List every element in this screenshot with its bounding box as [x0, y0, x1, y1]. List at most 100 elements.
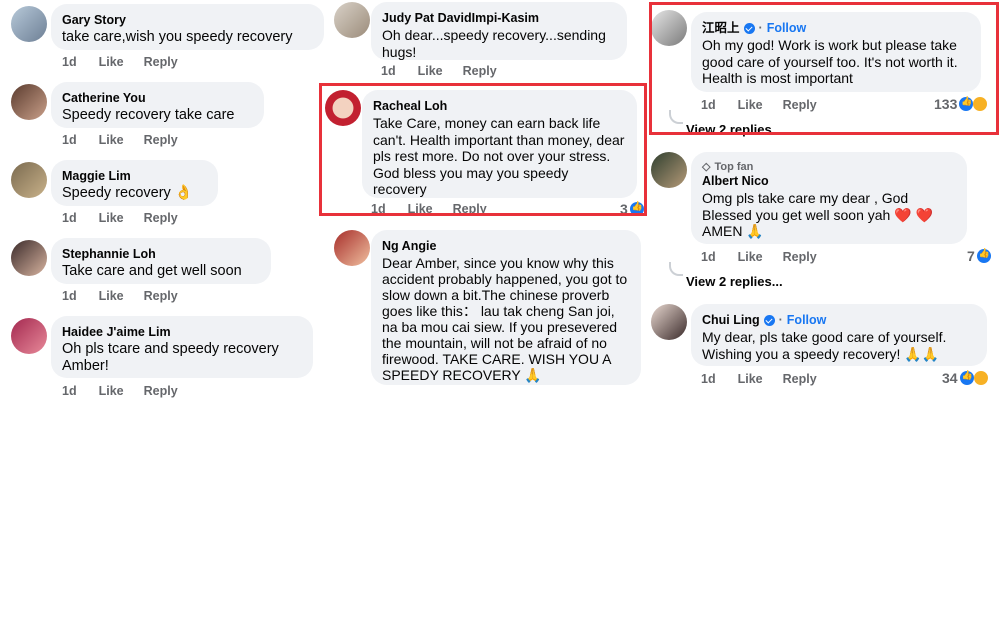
follow-button[interactable]: Follow: [787, 312, 827, 328]
reply-button[interactable]: Reply: [144, 384, 178, 398]
comment-text: Oh dear...speedy recovery...sending hugs…: [382, 27, 606, 60]
comment-text: Dear Amber, since you know why this acci…: [382, 255, 628, 383]
comment-time[interactable]: 1d: [62, 289, 77, 303]
comment-actions: 1d Like Reply: [701, 98, 837, 112]
reply-button[interactable]: Reply: [453, 202, 487, 216]
comment-bubble: Maggie Lim Speedy recovery 👌: [51, 160, 218, 206]
reply-button[interactable]: Reply: [144, 289, 178, 303]
view-replies-link[interactable]: View 2 replies...: [686, 122, 783, 137]
avatar[interactable]: [334, 230, 370, 266]
comment-text: Speedy recovery 👌: [62, 185, 193, 201]
comment-bubble: Racheal Loh Take Care, money can earn ba…: [362, 90, 637, 198]
comment-author[interactable]: Racheal Loh: [373, 98, 625, 114]
like-reaction-icon: [629, 201, 644, 216]
comment-text: Take care and get well soon: [62, 263, 242, 279]
reply-button[interactable]: Reply: [783, 98, 817, 112]
comment-author[interactable]: 江昭上: [702, 20, 740, 36]
comment-bubble: Catherine You Speedy recovery take care: [51, 82, 264, 128]
like-button[interactable]: Like: [408, 202, 433, 216]
like-button[interactable]: Like: [738, 372, 763, 386]
comment-time[interactable]: 1d: [62, 55, 77, 69]
like-button[interactable]: Like: [99, 133, 124, 147]
avatar[interactable]: [325, 90, 361, 126]
comment-bubble: Chui Ling · Follow My dear, pls take goo…: [691, 304, 987, 366]
reaction-number: 3: [620, 201, 628, 217]
like-button[interactable]: Like: [99, 211, 124, 225]
comment-bubble: Ng Angie Dear Amber, since you know why …: [371, 230, 641, 385]
comment-bubble: ◇ Top fan Albert Nico Omg pls take care m…: [691, 152, 967, 244]
comment-text: Omg pls take care my dear , God Blessed …: [702, 190, 933, 239]
comment-time[interactable]: 1d: [701, 250, 716, 264]
comment-author[interactable]: Catherine You: [62, 90, 252, 106]
reaction-count[interactable]: 34: [942, 370, 989, 386]
follow-button[interactable]: Follow: [767, 20, 807, 36]
view-replies-link[interactable]: View 2 replies...: [686, 274, 783, 289]
reply-button[interactable]: Reply: [783, 250, 817, 264]
comment-actions: 1d Like Reply: [62, 384, 198, 398]
comment-actions: 1d Like Reply: [62, 289, 198, 303]
comment-author[interactable]: Gary Story: [62, 12, 312, 28]
reaction-count[interactable]: 133: [934, 96, 989, 112]
comment-time[interactable]: 1d: [62, 211, 77, 225]
comment-author[interactable]: Chui Ling: [702, 312, 760, 328]
like-button[interactable]: Like: [418, 64, 443, 78]
like-button[interactable]: Like: [738, 98, 763, 112]
like-button[interactable]: Like: [99, 289, 124, 303]
comment-text: Oh my god! Work is work but please take …: [702, 37, 958, 86]
like-button[interactable]: Like: [738, 250, 763, 264]
comment-bubble: Haidee J'aime Lim Oh pls tcare and speed…: [51, 316, 313, 378]
comment-author[interactable]: Stephannie Loh: [62, 246, 259, 262]
comment-time[interactable]: 1d: [62, 133, 77, 147]
haha-reaction-icon: [972, 96, 989, 112]
comment-bubble: Gary Story take care,wish you speedy rec…: [51, 4, 324, 50]
comment-actions: 1d Like Reply: [371, 202, 507, 216]
comment-time[interactable]: 1d: [381, 64, 396, 78]
comment-actions: 1d Like Reply: [62, 133, 198, 147]
separator: ·: [758, 21, 763, 35]
comment-text: take care,wish you speedy recovery: [62, 29, 293, 45]
avatar[interactable]: [11, 318, 47, 354]
comment-author[interactable]: Maggie Lim: [62, 168, 206, 184]
reaction-count[interactable]: 7: [967, 248, 991, 264]
comment-author[interactable]: Judy Pat DavidImpi-Kasim: [382, 10, 615, 26]
comment-time[interactable]: 1d: [62, 384, 77, 398]
comment-time[interactable]: 1d: [371, 202, 386, 216]
comment-actions: 1d Like Reply: [381, 64, 517, 78]
avatar[interactable]: [651, 152, 687, 188]
thread-line: [669, 262, 683, 276]
avatar[interactable]: [11, 6, 47, 42]
like-button[interactable]: Like: [99, 384, 124, 398]
avatar[interactable]: [651, 304, 687, 340]
diamond-icon: ◇: [702, 161, 711, 173]
comment-text: My dear, pls take good care of yourself.…: [702, 329, 947, 362]
reply-button[interactable]: Reply: [463, 64, 497, 78]
comment-text: Take Care, money can earn back life can'…: [373, 115, 625, 197]
like-button[interactable]: Like: [99, 55, 124, 69]
reply-button[interactable]: Reply: [783, 372, 817, 386]
reply-button[interactable]: Reply: [144, 133, 178, 147]
reaction-count[interactable]: 3: [620, 201, 644, 217]
comment-actions: 1d Like Reply: [62, 55, 198, 69]
comment-actions: 1d Like Reply: [62, 211, 198, 225]
avatar[interactable]: [334, 2, 370, 38]
comment-bubble: Judy Pat DavidImpi-Kasim Oh dear...speed…: [371, 2, 627, 60]
comment-text: Speedy recovery take care: [62, 107, 235, 123]
reaction-number: 133: [934, 96, 958, 112]
comment-time[interactable]: 1d: [701, 372, 716, 386]
comment-text: Oh pls tcare and speedy recovery Amber!: [62, 341, 279, 374]
comment-author[interactable]: Albert Nico: [702, 173, 955, 189]
avatar[interactable]: [11, 240, 47, 276]
comment-author[interactable]: Ng Angie: [382, 238, 629, 254]
verified-badge-icon: [763, 314, 775, 326]
avatar[interactable]: [11, 84, 47, 120]
reply-button[interactable]: Reply: [144, 55, 178, 69]
like-reaction-icon: [959, 96, 974, 111]
avatar[interactable]: [651, 10, 687, 46]
thread-line: [669, 110, 683, 124]
reaction-number: 7: [967, 248, 975, 264]
reply-button[interactable]: Reply: [144, 211, 178, 225]
comment-time[interactable]: 1d: [701, 98, 716, 112]
separator: ·: [778, 313, 783, 327]
avatar[interactable]: [11, 162, 47, 198]
comment-author[interactable]: Haidee J'aime Lim: [62, 324, 301, 340]
